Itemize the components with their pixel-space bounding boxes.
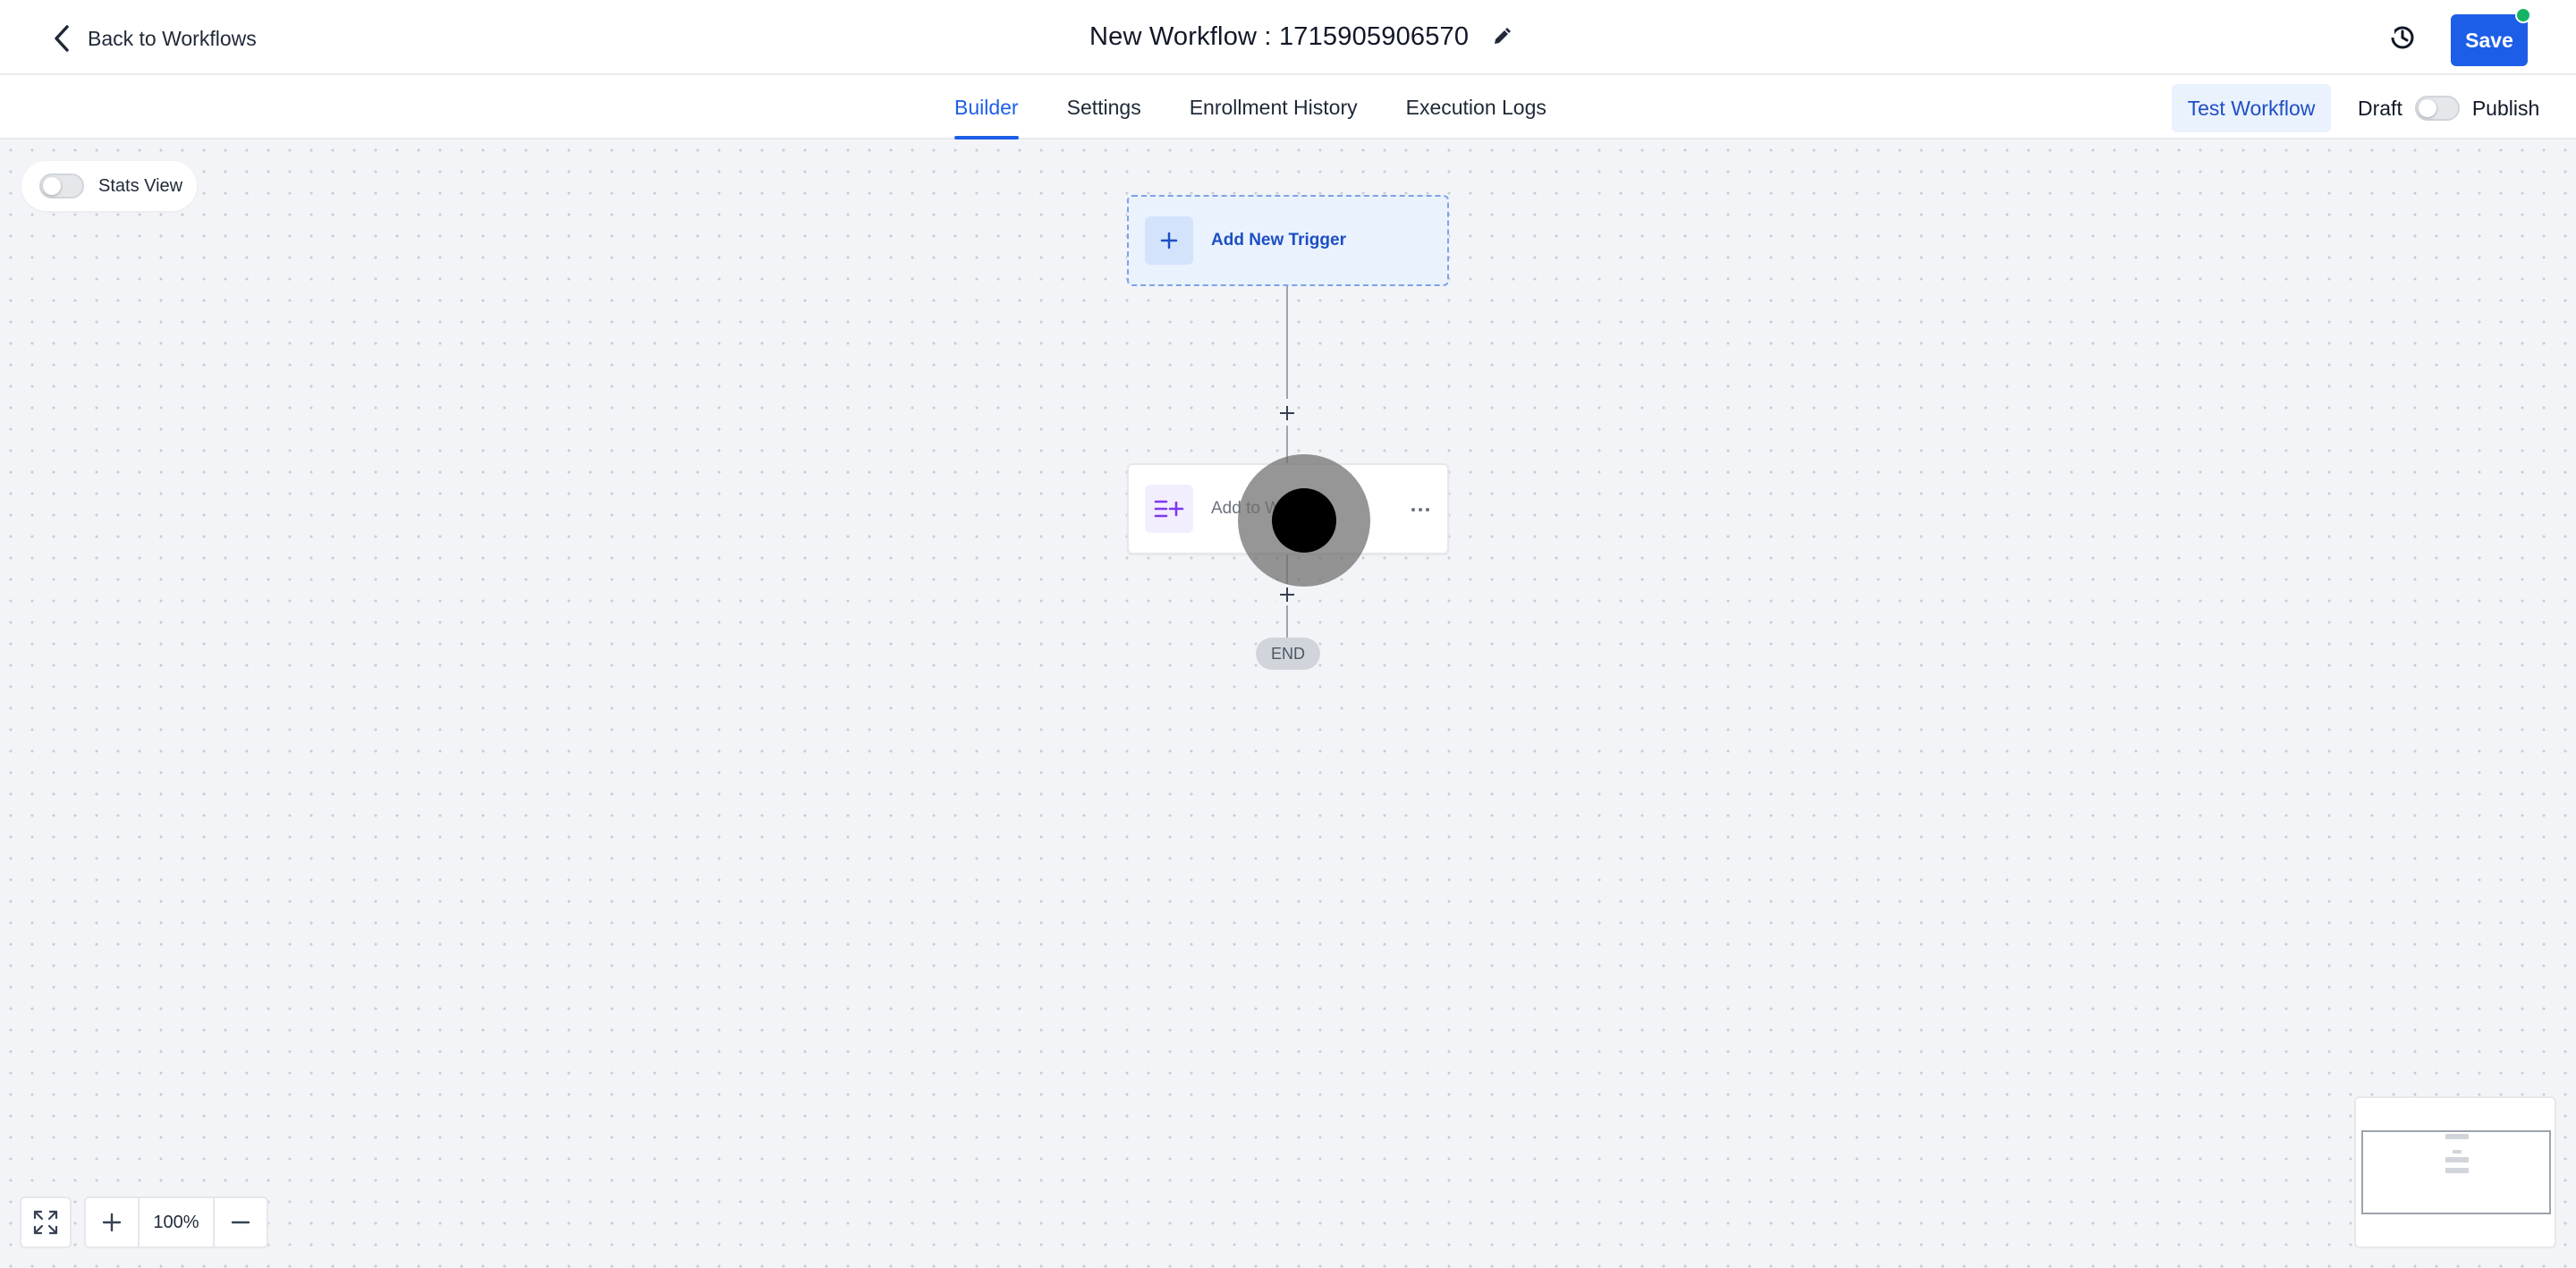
list-add-icon [1145,485,1193,533]
chevron-left-icon [55,25,69,52]
add-step-icon[interactable] [1276,402,1298,424]
workflow-title-group: New Workflow : 1715905906570 [1089,18,1512,55]
status-dot [2515,7,2531,23]
workflow-canvas[interactable] [0,139,2576,1268]
tab-bar: Builder Settings Enrollment History Exec… [0,75,2576,139]
zoom-controls: 100% [84,1196,268,1248]
stats-view-toggle[interactable] [39,173,84,199]
zoom-level: 100% [138,1198,215,1247]
plus-icon [1145,216,1193,265]
publish-toggle-group: Draft Publish [2358,88,2539,129]
expand-icon [33,1210,58,1235]
tab-execution-logs[interactable]: Execution Logs [1406,75,1546,139]
minimap-node [2453,1150,2462,1154]
save-button[interactable]: Save [2451,14,2528,66]
back-label: Back to Workflows [88,26,257,50]
stats-view-label: Stats View [98,175,183,196]
plus-icon [102,1213,122,1232]
tab-settings[interactable]: Settings [1067,75,1141,139]
zoom-in-button[interactable] [86,1198,138,1247]
tab-list: Builder Settings Enrollment History Exec… [954,75,1546,139]
minimap-node [2445,1134,2469,1139]
publish-toggle[interactable] [2414,96,2460,121]
draft-label: Draft [2358,96,2402,120]
add-step-icon[interactable] [1276,584,1298,605]
click-indicator-center [1272,488,1336,553]
stats-view-toggle-group: Stats View [21,161,197,211]
fit-view-button[interactable] [20,1196,72,1248]
tab-builder[interactable]: Builder [954,75,1019,139]
page-title: New Workflow : 1715905906570 [1089,21,1470,51]
zoom-out-button[interactable] [215,1198,267,1247]
tab-enrollment-history[interactable]: Enrollment History [1190,75,1358,139]
minimap-node [2445,1157,2469,1162]
add-trigger-node[interactable]: Add New Trigger [1127,195,1449,286]
connector-line [1286,286,1288,399]
end-node: END [1256,638,1320,670]
pencil-icon[interactable] [1492,27,1512,46]
minus-icon [231,1221,250,1224]
test-workflow-button[interactable]: Test Workflow [2172,84,2331,132]
history-icon[interactable] [2386,21,2419,54]
top-bar: Back to Workflows New Workflow : 1715905… [0,0,2576,75]
more-options-icon[interactable] [1410,499,1431,520]
add-trigger-label: Add New Trigger [1211,231,1346,249]
minimap-node [2445,1168,2469,1173]
publish-label: Publish [2471,96,2540,120]
back-to-workflows-link[interactable]: Back to Workflows [52,21,257,55]
minimap[interactable] [2354,1096,2556,1248]
